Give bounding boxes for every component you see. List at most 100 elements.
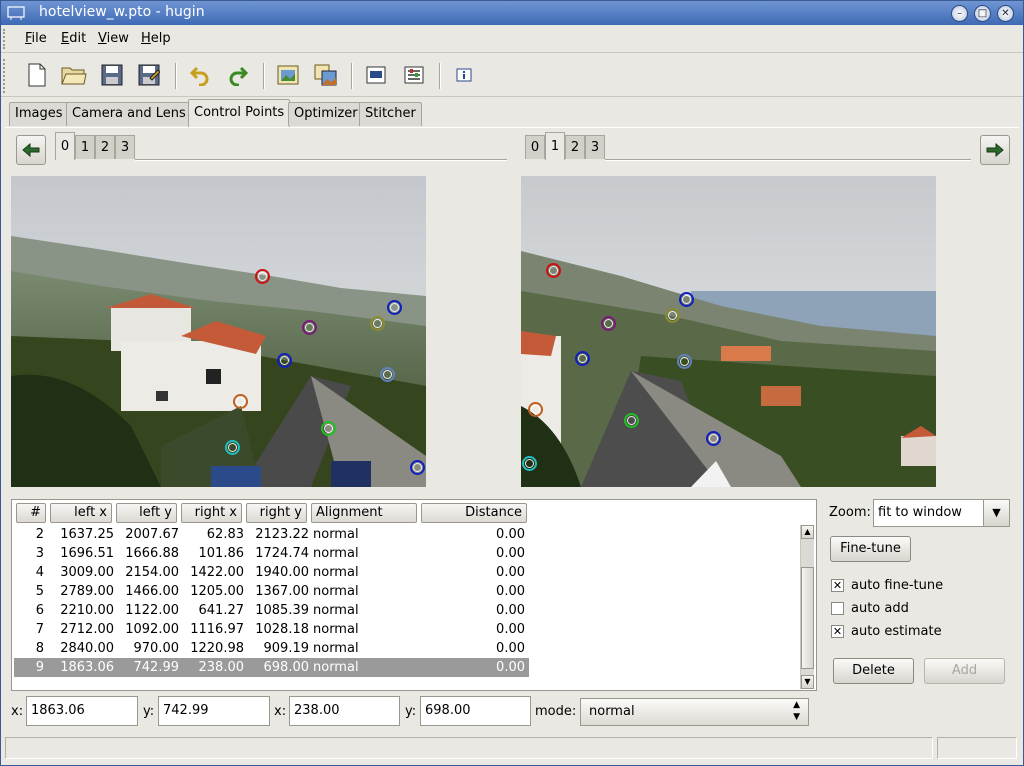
control-point-marker[interactable] [410, 460, 425, 475]
control-point-marker[interactable] [233, 394, 248, 409]
toolbar-grip[interactable] [3, 59, 9, 93]
delete-button[interactable]: Delete [833, 658, 914, 684]
table-cell-dist: 0.00 [496, 584, 525, 599]
control-point-marker[interactable] [546, 263, 561, 278]
menu-file[interactable]: File [25, 31, 47, 46]
auto-add-checkbox[interactable] [831, 602, 844, 615]
auto-estimate-checkbox[interactable]: ✕ [831, 625, 844, 638]
table-row[interactable]: 9 1863.06 742.99 238.00 698.00 normal 0.00 [14, 658, 529, 677]
table-row[interactable]: 5 2789.00 1466.00 1205.00 1367.00 normal 0.00 [14, 582, 529, 601]
next-image-button[interactable] [980, 135, 1010, 165]
table-row[interactable]: 4 3009.00 2154.00 1422.00 1940.00 normal 0.00 [14, 563, 529, 582]
col-header-left-x[interactable]: left x [50, 503, 112, 523]
control-point-marker[interactable] [225, 440, 240, 455]
control-point-marker[interactable] [665, 308, 680, 323]
table-cell-rx: 1205.00 [190, 584, 244, 599]
control-point-marker[interactable] [321, 421, 336, 436]
right-image-tab-2[interactable]: 2 [565, 135, 585, 159]
control-point-marker[interactable] [528, 402, 543, 417]
col-header-right-y[interactable]: right y [246, 503, 307, 523]
right-image-tab-0[interactable]: 0 [525, 135, 545, 159]
control-point-marker[interactable] [370, 316, 385, 331]
maximize-icon[interactable]: □ [974, 5, 991, 22]
zoom-select[interactable]: fit to window ▼ [873, 499, 1010, 527]
left-x-field[interactable]: 1863.06 [26, 696, 138, 726]
col-header-alignment[interactable]: Alignment [311, 503, 417, 523]
table-row[interactable]: 2 1637.25 2007.67 62.83 2123.22 normal 0.00 [14, 525, 529, 544]
table-scrollbar[interactable]: ▲ ▼ [800, 525, 814, 689]
tab-stitcher[interactable]: Stitcher [359, 102, 422, 126]
close-icon[interactable]: ✕ [997, 5, 1014, 22]
table-cell-num: 4 [35, 565, 44, 580]
menu-view[interactable]: View [98, 31, 129, 46]
mode-select[interactable]: normal ▲ ▼ [580, 698, 809, 726]
left-image-tab-0[interactable]: 0 [55, 132, 75, 160]
menu-grip[interactable] [3, 29, 9, 49]
right-image-tab-1[interactable]: 1 [545, 132, 565, 160]
control-point-marker[interactable] [624, 413, 639, 428]
left-image-tab-2[interactable]: 2 [95, 135, 115, 159]
left-y-field[interactable]: 742.99 [158, 696, 270, 726]
control-point-marker[interactable] [380, 367, 395, 382]
table-row[interactable]: 7 2712.00 1092.00 1116.97 1028.18 normal 0.00 [14, 620, 529, 639]
menu-edit[interactable]: Edit [61, 31, 86, 46]
control-point-marker[interactable] [575, 351, 590, 366]
menu-help[interactable]: Help [141, 31, 171, 46]
scroll-thumb[interactable] [801, 567, 814, 669]
col-header-distance[interactable]: Distance [421, 503, 527, 523]
control-point-marker[interactable] [277, 353, 292, 368]
save-icon[interactable] [98, 61, 126, 89]
chevron-down-icon[interactable]: ▼ [983, 500, 1009, 526]
right-image-tab-3[interactable]: 3 [585, 135, 605, 159]
minimize-icon[interactable]: – [951, 5, 968, 22]
right-image-canvas[interactable] [521, 176, 936, 487]
col-header-num[interactable]: # [16, 503, 46, 523]
auto-fine-tune-checkbox[interactable]: ✕ [831, 579, 844, 592]
left-image-canvas[interactable] [11, 176, 426, 487]
table-row[interactable]: 8 2840.00 970.00 1220.98 909.19 normal 0.00 [14, 639, 529, 658]
col-header-right-x[interactable]: right x [181, 503, 242, 523]
scroll-down-icon[interactable]: ▼ [801, 675, 814, 689]
title-bar[interactable]: hotelview_w.pto - hugin – □ ✕ [1, 1, 1023, 25]
info-icon[interactable] [450, 61, 478, 89]
table-cell-num: 3 [35, 546, 44, 561]
control-point-marker[interactable] [601, 316, 616, 331]
tab-camera-and-lens[interactable]: Camera and Lens [66, 102, 192, 126]
new-file-icon[interactable] [23, 61, 51, 89]
tab-control-points[interactable]: Control Points [188, 99, 291, 127]
fine-tune-button[interactable]: Fine-tune [830, 536, 911, 562]
undo-icon[interactable] [186, 61, 214, 89]
control-point-marker[interactable] [679, 292, 694, 307]
scroll-up-icon[interactable]: ▲ [801, 525, 814, 539]
save-as-icon[interactable] [135, 61, 163, 89]
table-cell-ry: 909.19 [263, 641, 310, 656]
add-image-icon[interactable] [274, 61, 302, 89]
right-y-field[interactable]: 698.00 [420, 696, 531, 726]
control-point-marker[interactable] [522, 456, 537, 471]
table-row[interactable]: 6 2210.00 1122.00 641.27 1085.39 normal 0.00 [14, 601, 529, 620]
add-button[interactable]: Add [924, 658, 1005, 684]
hugin-app-icon[interactable] [7, 5, 25, 21]
tab-optimizer[interactable]: Optimizer [288, 102, 364, 126]
redo-icon[interactable] [224, 61, 252, 89]
open-folder-icon[interactable] [60, 61, 88, 89]
table-cell-align: normal [313, 603, 359, 618]
control-point-marker[interactable] [255, 269, 270, 284]
control-point-marker[interactable] [677, 354, 692, 369]
left-image-tab-1[interactable]: 1 [75, 135, 95, 159]
prev-image-button[interactable] [16, 135, 46, 165]
right-x-field[interactable]: 238.00 [289, 696, 400, 726]
control-point-marker[interactable] [387, 300, 402, 315]
control-point-marker[interactable] [302, 320, 317, 335]
control-point-marker[interactable] [706, 431, 721, 446]
left-image-tab-3[interactable]: 3 [115, 135, 135, 159]
add-series-icon[interactable] [312, 61, 340, 89]
table-row[interactable]: 3 1696.51 1666.88 101.86 1724.74 normal 0.00 [14, 544, 529, 563]
preview-icon[interactable] [362, 61, 390, 89]
toolbar-separator [175, 63, 177, 89]
col-header-left-y[interactable]: left y [116, 503, 177, 523]
control-point-table[interactable]: # left x left y right x right y Alignmen… [11, 499, 817, 691]
tab-images[interactable]: Images [9, 102, 69, 126]
optimize-icon[interactable] [400, 61, 428, 89]
table-cell-dist: 0.00 [496, 660, 525, 675]
